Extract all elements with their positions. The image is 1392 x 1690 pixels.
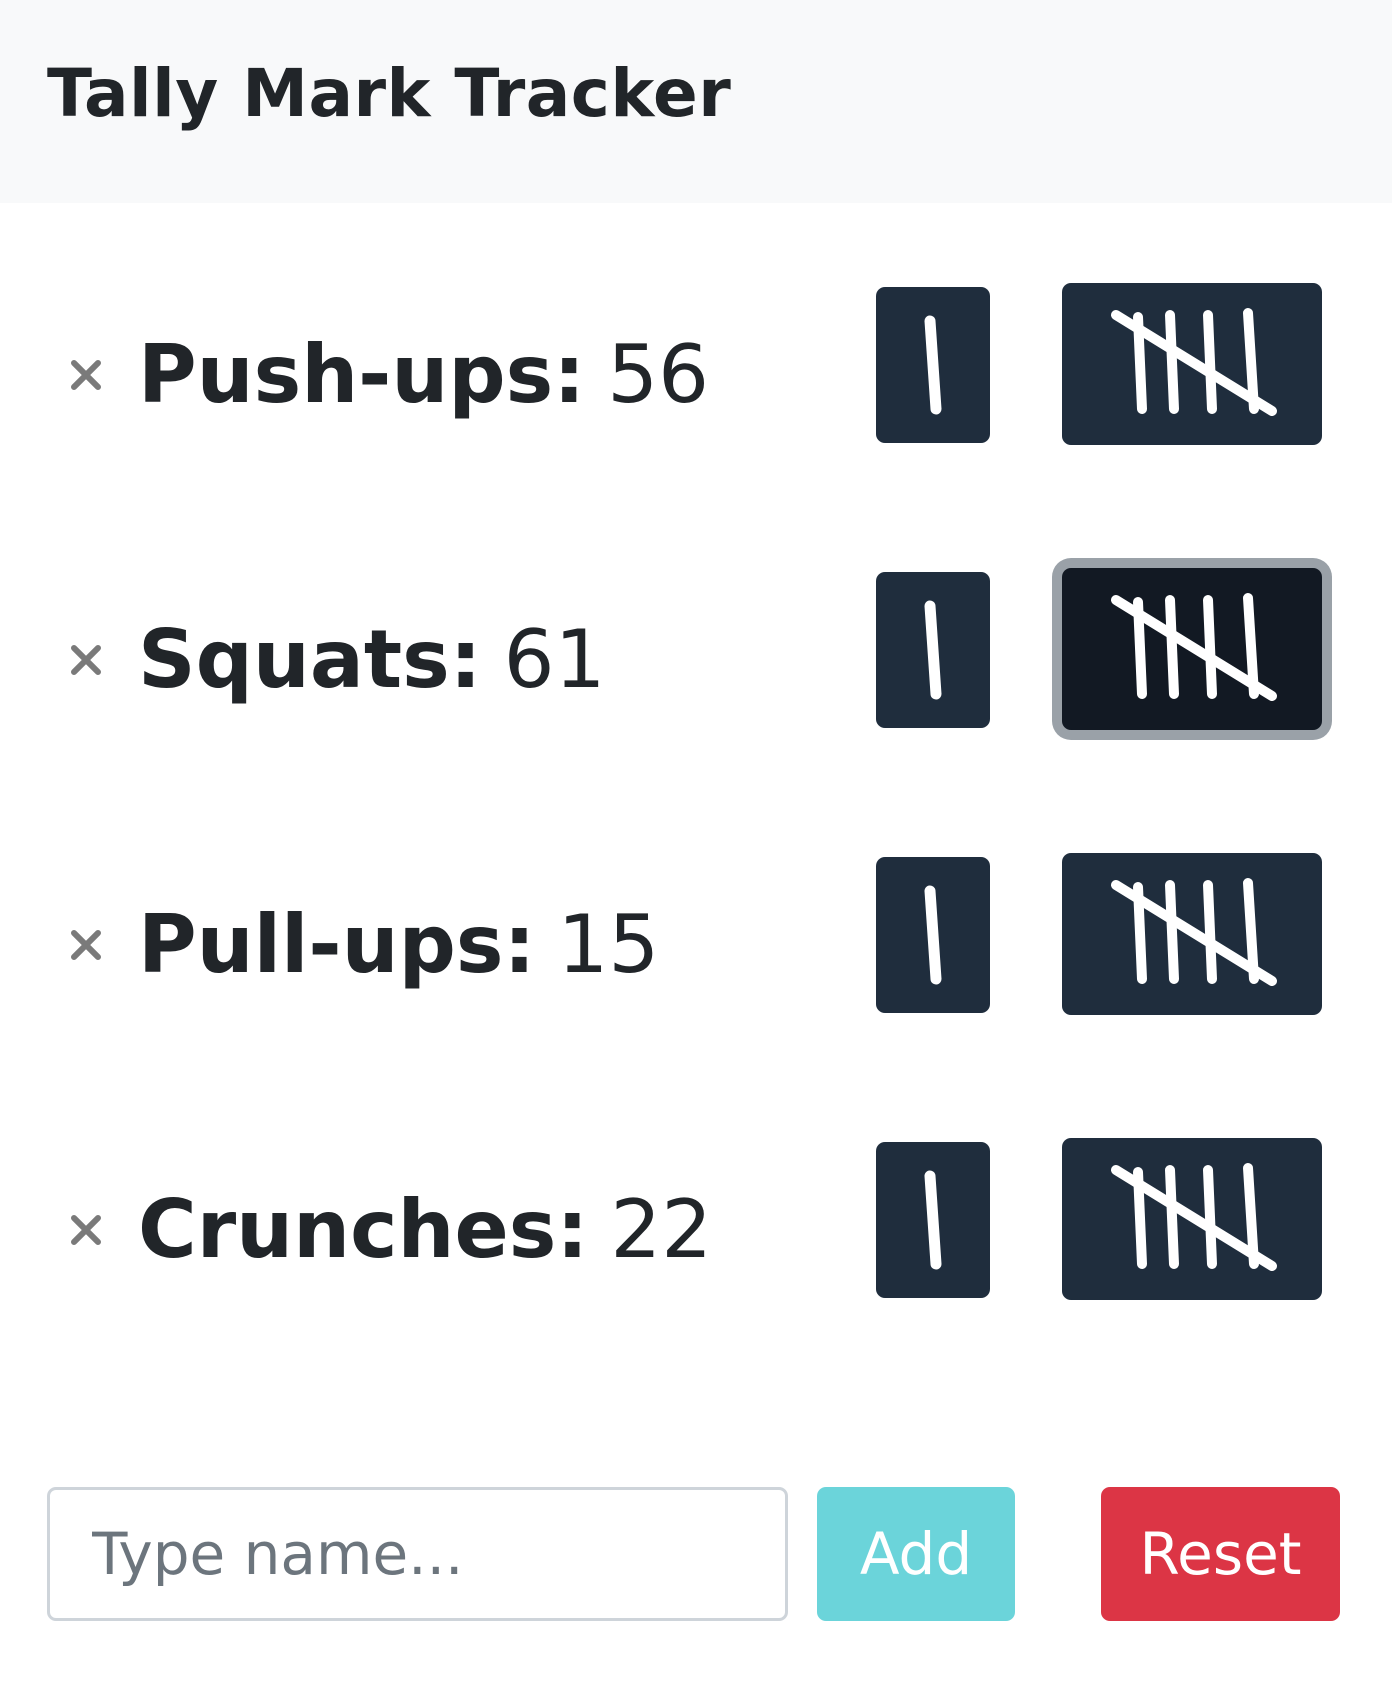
counter-name: Pull-ups:	[138, 898, 536, 991]
counter-name: Push-ups:	[138, 328, 586, 421]
counter-row: Crunches: 22	[0, 1138, 1392, 1320]
tally-one-icon	[924, 1170, 942, 1270]
add-button[interactable]: Add	[817, 1487, 1015, 1621]
tally-one-icon	[924, 315, 942, 415]
counter-value: 15	[557, 898, 660, 991]
add-one-button[interactable]	[876, 857, 990, 1013]
app-header: Tally Mark Tracker	[0, 0, 1392, 203]
add-one-button[interactable]	[876, 1142, 990, 1298]
counter-value: 61	[503, 613, 606, 706]
counter-label: Crunches: 22	[138, 1180, 712, 1280]
name-input[interactable]	[47, 1487, 788, 1621]
counter-label: Push-ups: 56	[138, 325, 709, 425]
reset-button[interactable]: Reset	[1101, 1487, 1340, 1621]
add-one-button[interactable]	[876, 287, 990, 443]
tally-one-icon	[924, 885, 942, 985]
counter-label: Pull-ups: 15	[138, 895, 659, 995]
counter-row: Squats: 61	[0, 568, 1392, 750]
close-icon[interactable]	[64, 1208, 108, 1252]
counter-value: 22	[610, 1183, 713, 1276]
tally-five-icon	[1111, 878, 1277, 986]
counter-name: Crunches:	[138, 1183, 589, 1276]
close-icon[interactable]	[64, 923, 108, 967]
tally-five-icon	[1111, 308, 1277, 416]
close-icon[interactable]	[64, 353, 108, 397]
close-icon[interactable]	[64, 638, 108, 682]
counter-row: Push-ups: 56	[0, 283, 1392, 465]
counter-name: Squats:	[138, 613, 482, 706]
add-one-button[interactable]	[876, 572, 990, 728]
tally-five-icon	[1111, 593, 1277, 701]
add-five-button[interactable]	[1062, 853, 1322, 1015]
add-five-button[interactable]	[1062, 283, 1322, 445]
counter-label: Squats: 61	[138, 610, 605, 710]
counter-row: Pull-ups: 15	[0, 853, 1392, 1035]
counter-value: 56	[607, 328, 709, 421]
tally-one-icon	[924, 600, 942, 700]
tally-five-icon	[1111, 1163, 1277, 1271]
add-five-button[interactable]	[1062, 1138, 1322, 1300]
add-five-button[interactable]	[1062, 568, 1322, 730]
page-title: Tally Mark Tracker	[47, 55, 732, 132]
